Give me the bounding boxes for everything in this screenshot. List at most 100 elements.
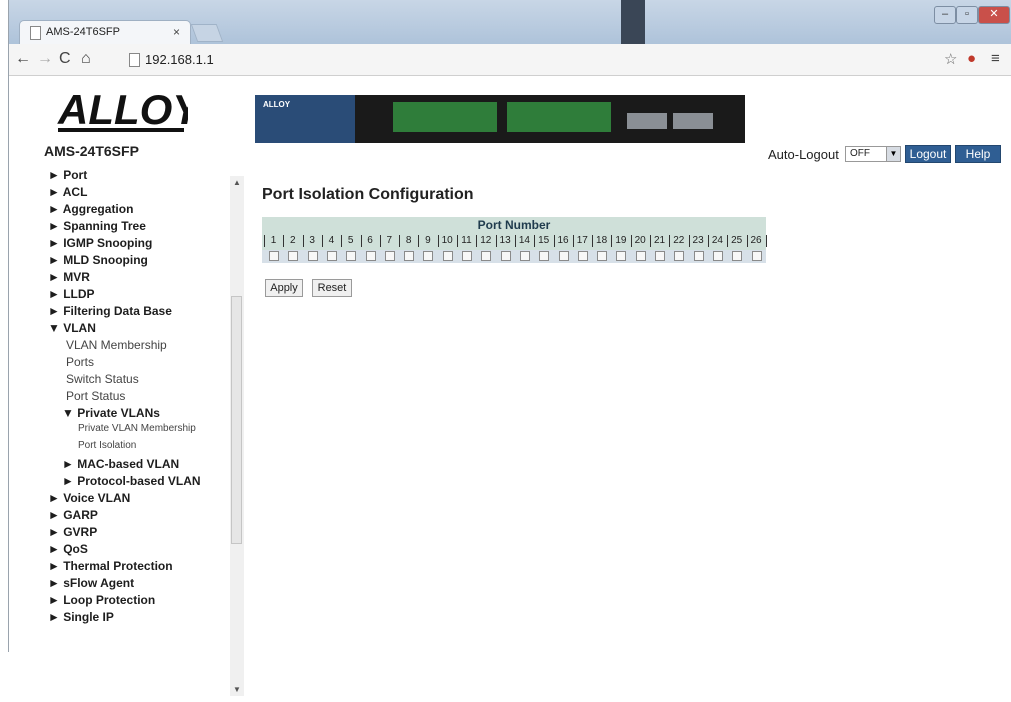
sidebar-item[interactable]: ► Voice VLAN [48,491,130,505]
port-checkbox[interactable] [693,251,704,261]
port-checkbox[interactable] [326,251,337,261]
sidebar-item[interactable]: ► Single IP [48,610,114,624]
sidebar-item[interactable]: ► ACL [48,185,87,199]
sidebar-item[interactable]: ▼ Private VLANs [62,406,160,420]
maximize-button[interactable]: ▫ [956,6,978,24]
star-icon[interactable]: ☆ [944,50,957,68]
extension-icon[interactable]: ● [967,50,976,67]
close-tab-icon[interactable]: × [173,25,180,39]
sidebar-item[interactable]: ► sFlow Agent [48,576,134,590]
port-number: 5 [347,235,354,246]
port-checkbox[interactable] [500,251,511,261]
port-number: 3 [309,235,315,246]
port-checkbox[interactable] [635,251,646,261]
chevron-down-icon: ▼ [886,147,900,161]
model-name: AMS-24T6SFP [44,143,139,159]
sidebar-item[interactable]: ► Aggregation [48,202,133,216]
port-checkbox[interactable] [751,251,762,261]
port-checkbox[interactable] [346,251,357,261]
sidebar-item[interactable]: ► Thermal Protection [48,559,173,573]
port-checkbox[interactable] [616,251,627,261]
port-checkbox[interactable] [423,251,434,261]
help-button[interactable]: Help [955,145,1001,163]
port-number: 14 [518,235,530,246]
port-checkbox[interactable] [442,251,453,261]
port-checkbox[interactable] [307,251,318,261]
port-checkbox[interactable] [577,251,588,261]
port-checkbox[interactable] [404,251,415,261]
scrollbar-thumb[interactable] [231,296,242,544]
port-checkbox[interactable] [519,251,530,261]
sidebar-item[interactable]: ► Port [48,170,87,182]
sidebar-item[interactable]: ► MAC-based VLAN [62,457,179,471]
sidebar-item[interactable]: ► GVRP [48,525,97,539]
port-number: 9 [425,235,431,246]
apply-button[interactable]: Apply [265,279,303,297]
port-number: 22 [673,235,685,246]
port-checkbox[interactable] [655,251,665,261]
sidebar-item[interactable]: ► Filtering Data Base [48,304,172,318]
sidebar-item[interactable]: Port Status [66,389,125,403]
scroll-up-icon[interactable]: ▲ [233,178,241,187]
port-number: 23 [692,235,704,246]
sidebar-item[interactable]: ► Protocol-based VLAN [62,474,201,488]
port-number: 17 [576,235,588,246]
port-number: 8 [405,235,412,246]
port-number: 24 [711,235,723,246]
sidebar-item[interactable]: ► LLDP [48,287,95,301]
port-checkbox[interactable] [712,251,723,261]
port-checkbox[interactable] [365,251,376,261]
new-tab-button[interactable] [190,24,224,42]
sidebar-item[interactable]: VLAN Membership [66,338,167,352]
sidebar-item[interactable]: Private VLAN Membership [78,423,196,434]
port-number: 7 [386,235,393,246]
logout-button[interactable]: Logout [905,145,951,163]
close-window-button[interactable]: ✕ [978,6,1010,24]
sidebar-scrollbar[interactable]: ▲ ▼ [230,176,244,696]
port-number: 18 [596,235,608,246]
port-isolation-table: Port Number 1 2 3 4 5 6 7 8 9 10 11 12 13 14 15 16 17 18 1… [262,217,767,263]
browser-tab[interactable]: AMS-24T6SFP × [19,20,191,44]
port-checkbox[interactable] [462,251,472,261]
forward-icon[interactable]: → [37,50,53,68]
minimize-button[interactable]: – [934,6,956,24]
port-number-row: 1 2 3 4 5 6 7 8 9 10 11 12 13 14 15 16 17 18 19 20 21 22 23 24 2… [262,235,767,248]
port-checkbox[interactable] [481,251,492,261]
sidebar-item[interactable]: ► GARP [48,508,98,522]
port-number: 11 [461,235,472,246]
port-checkbox[interactable] [558,251,569,261]
sidebar-item[interactable]: Ports [66,355,94,369]
scroll-down-icon[interactable]: ▼ [233,685,241,694]
port-number: 4 [328,235,335,246]
port-checkbox[interactable] [288,251,299,261]
port-checkbox[interactable] [269,251,279,261]
port-number: 21 [653,235,666,246]
sidebar-item[interactable]: ► Loop Protection [48,593,155,607]
port-checkbox[interactable] [539,251,550,261]
auto-logout-value: OFF [850,148,870,159]
port-checkbox[interactable] [674,251,685,261]
sidebar-item[interactable]: ▼ VLAN [48,321,96,335]
back-icon[interactable]: ← [15,50,31,68]
sidebar-item[interactable]: ► MLD Snooping [48,253,148,267]
sidebar-item[interactable]: ► IGMP Snooping [48,236,152,250]
home-icon[interactable]: ⌂ [81,50,91,68]
port-number: 16 [557,235,569,246]
device-logo-text: ALLOY [263,100,291,109]
menu-icon[interactable]: ≡ [991,50,1000,67]
auto-logout-select[interactable]: OFF ▼ [845,146,901,162]
sidebar-item[interactable]: ► QoS [48,542,88,556]
reset-button[interactable]: Reset [312,279,352,297]
sidebar-item[interactable]: Port Isolation [78,440,136,451]
port-checkbox[interactable] [732,251,743,261]
sidebar-item[interactable]: Switch Status [66,372,139,386]
port-checkbox[interactable] [384,251,395,261]
sidebar-item[interactable]: ► MVR [48,270,90,284]
sidebar-item[interactable]: ► Spanning Tree [48,219,146,233]
port-checkbox-row [262,250,766,263]
page-title: Port Isolation Configuration [262,186,474,203]
column-separator [765,235,767,247]
reload-icon[interactable]: C [59,50,71,68]
address-bar[interactable]: 192.168.1.1 [123,50,938,71]
port-checkbox[interactable] [597,251,608,261]
